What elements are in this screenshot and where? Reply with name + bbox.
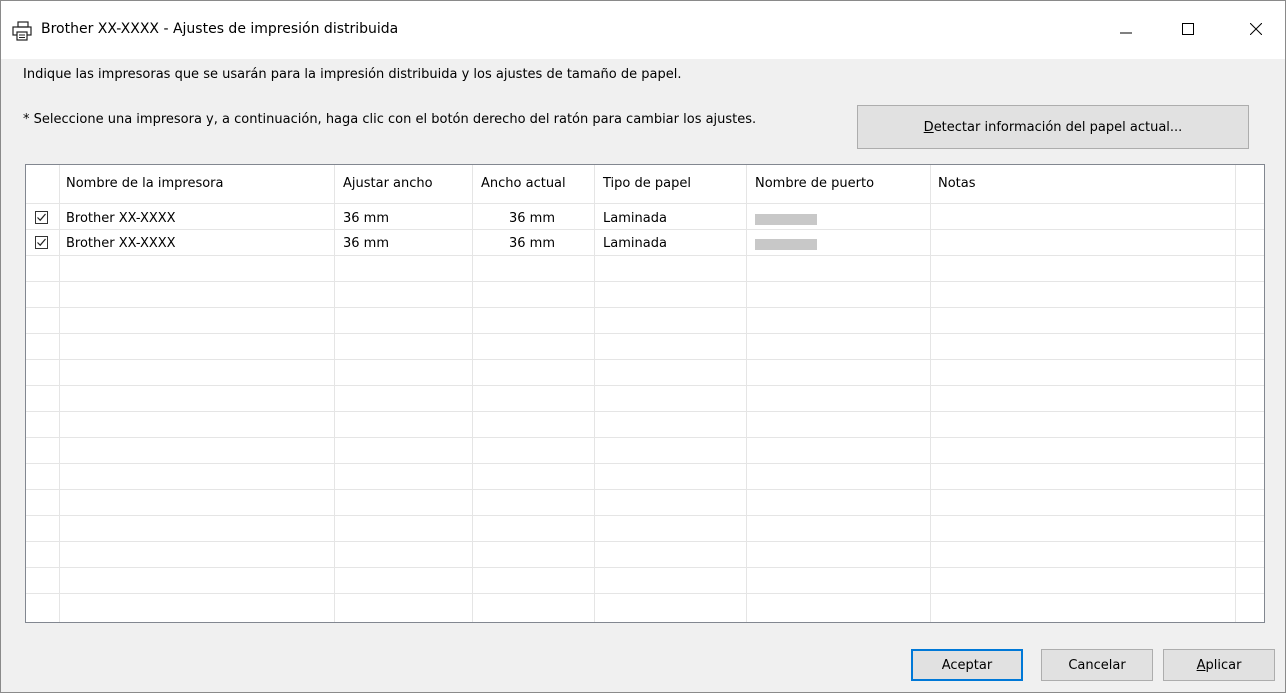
row-divider (26, 463, 1264, 464)
printer-checkbox[interactable] (35, 211, 48, 224)
row-divider (26, 359, 1264, 360)
cancel-button[interactable]: Cancelar (1041, 649, 1153, 681)
row-divider (26, 411, 1264, 412)
actual-width: 36 mm (509, 236, 556, 251)
paper-type: Laminada (603, 211, 667, 226)
column-header-notes[interactable]: Notas (938, 165, 976, 203)
printer-checkbox[interactable] (35, 236, 48, 249)
row-divider (26, 385, 1264, 386)
paper-type: Laminada (603, 236, 667, 251)
row-divider (26, 437, 1264, 438)
port-name-redacted (755, 239, 817, 250)
printer-name: Brother XX-XXXX (66, 236, 176, 251)
apply-button-label: plicar (1205, 657, 1242, 673)
detect-button-mnemonic: D (923, 119, 934, 135)
column-header-name[interactable]: Nombre de la impresora (66, 165, 224, 203)
close-icon (1249, 22, 1263, 39)
column-header-actual-width[interactable]: Ancho actual (481, 165, 566, 203)
printer-list[interactable]: Nombre de la impresora Ajustar ancho Anc… (25, 164, 1265, 623)
column-header-port[interactable]: Nombre de puerto (755, 165, 874, 203)
title-bar[interactable]: Brother XX-XXXX - Ajustes de impresión d… (1, 1, 1285, 59)
checkbox-checked-icon (37, 238, 46, 247)
row-divider (26, 593, 1264, 594)
minimize-icon (1120, 23, 1132, 39)
table-row[interactable]: Brother XX-XXXX 36 mm 36 mm Laminada (26, 231, 1264, 256)
row-divider (26, 515, 1264, 516)
close-button[interactable] (1233, 11, 1279, 51)
detect-button-label: etectar información del papel actual... (933, 119, 1183, 135)
window-title: Brother XX-XXXX - Ajustes de impresión d… (41, 21, 399, 37)
column-header-paper-type[interactable]: Tipo de papel (603, 165, 691, 203)
port-name-redacted (755, 214, 817, 225)
column-header-set-width[interactable]: Ajustar ancho (343, 165, 433, 203)
set-width: 36 mm (343, 236, 390, 251)
minimize-button[interactable] (1103, 11, 1149, 51)
dialog-window: Brother XX-XXXX - Ajustes de impresión d… (0, 0, 1286, 693)
apply-button-mnemonic: A (1196, 657, 1206, 673)
printer-icon (11, 21, 33, 41)
table-row[interactable]: Brother XX-XXXX 36 mm 36 mm Laminada (26, 206, 1264, 231)
apply-button[interactable]: Aplicar (1163, 649, 1275, 681)
row-divider (26, 567, 1264, 568)
row-divider (26, 541, 1264, 542)
row-divider (26, 489, 1264, 490)
detect-paper-info-button[interactable]: Detectar información del papel actual... (857, 105, 1249, 149)
actual-width: 36 mm (509, 211, 556, 226)
printer-name: Brother XX-XXXX (66, 211, 176, 226)
maximize-button[interactable] (1165, 11, 1211, 51)
set-width: 36 mm (343, 211, 390, 226)
instructions-text: Indique las impresoras que se usarán par… (23, 67, 682, 82)
checkbox-checked-icon (37, 213, 46, 222)
maximize-icon (1182, 23, 1194, 39)
list-header: Nombre de la impresora Ajustar ancho Anc… (26, 165, 1264, 204)
row-divider (26, 307, 1264, 308)
row-divider (26, 281, 1264, 282)
row-divider (26, 333, 1264, 334)
note-text: * Seleccione una impresora y, a continua… (23, 112, 757, 127)
accept-button[interactable]: Aceptar (911, 649, 1023, 681)
